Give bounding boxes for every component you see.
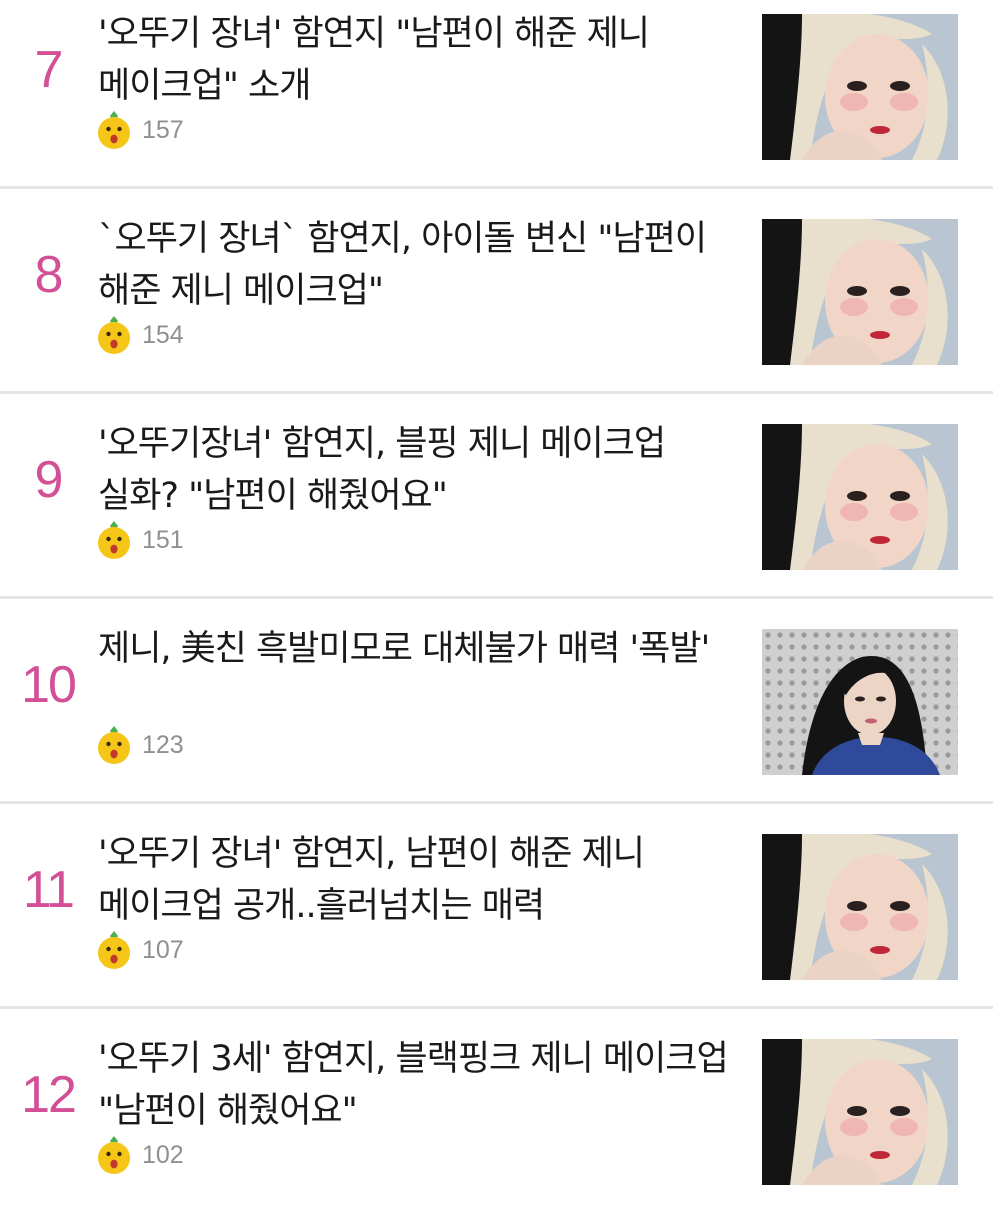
- reaction-count: 123: [142, 730, 184, 759]
- surprised-face-emoji-icon: [98, 316, 130, 354]
- article-thumbnail[interactable]: [762, 1039, 958, 1185]
- divider: [0, 801, 993, 804]
- rank-number: 9: [34, 451, 64, 509]
- reaction-meta: 107: [96, 930, 184, 970]
- list-item[interactable]: 10 제니, 美친 흑발미모로 대체불가 매력 '폭발' 123: [0, 615, 993, 801]
- reaction-count: 151: [142, 525, 184, 554]
- list-item[interactable]: 9 '오뚜기장녀' 함연지, 블핑 제니 메이크업 실화? "남편이 해줬어요"…: [0, 410, 993, 596]
- article-thumbnail[interactable]: [762, 834, 958, 980]
- article-title[interactable]: '오뚜기 장녀' 함연지, 남편이 해준 제니 메이크업 공개..흘러넘치는 매…: [98, 828, 728, 932]
- surprised-face-emoji-icon: [98, 931, 130, 969]
- article-thumbnail[interactable]: [762, 219, 958, 365]
- rank-number: 12: [21, 1066, 77, 1124]
- reaction-count: 102: [142, 1140, 184, 1169]
- article-title[interactable]: '오뚜기 장녀' 함연지 "남편이 해준 제니 메이크업" 소개: [98, 8, 728, 112]
- article-thumbnail[interactable]: [762, 14, 958, 160]
- list-item[interactable]: 8 `오뚜기 장녀` 함연지, 아이돌 변신 "남편이 해준 제니 메이크업" …: [0, 205, 993, 391]
- reaction-meta: 123: [96, 725, 184, 765]
- surprised-face-emoji-icon: [98, 726, 130, 764]
- divider: [0, 186, 993, 189]
- article-title[interactable]: 제니, 美친 흑발미모로 대체불가 매력 '폭발': [98, 623, 728, 675]
- reaction-meta: 151: [96, 520, 184, 560]
- surprised-face-emoji-icon: [98, 521, 130, 559]
- reaction-meta: 154: [96, 315, 184, 355]
- surprised-face-emoji-icon: [98, 111, 130, 149]
- article-thumbnail[interactable]: [762, 629, 958, 775]
- rank-number: 7: [34, 41, 64, 99]
- rank-number: 10: [21, 656, 77, 714]
- reaction-count: 157: [142, 115, 184, 144]
- list-item[interactable]: 12 '오뚜기 3세' 함연지, 블랙핑크 제니 메이크업 "남편이 해줬어요"…: [0, 1025, 993, 1211]
- ranking-list: 7 '오뚜기 장녀' 함연지 "남편이 해준 제니 메이크업" 소개 157 8…: [0, 0, 993, 1200]
- reaction-count: 154: [142, 320, 184, 349]
- surprised-face-emoji-icon: [98, 1136, 130, 1174]
- reaction-meta: 102: [96, 1135, 184, 1175]
- reaction-count: 107: [142, 935, 184, 964]
- article-thumbnail[interactable]: [762, 424, 958, 570]
- list-item[interactable]: 11 '오뚜기 장녀' 함연지, 남편이 해준 제니 메이크업 공개..흘러넘치…: [0, 820, 993, 1006]
- article-title[interactable]: `오뚜기 장녀` 함연지, 아이돌 변신 "남편이 해준 제니 메이크업": [98, 213, 728, 317]
- divider: [0, 391, 993, 394]
- divider: [0, 596, 993, 599]
- list-item[interactable]: 7 '오뚜기 장녀' 함연지 "남편이 해준 제니 메이크업" 소개 157: [0, 0, 993, 186]
- article-title[interactable]: '오뚜기 3세' 함연지, 블랙핑크 제니 메이크업 "남편이 해줬어요": [98, 1033, 729, 1137]
- rank-number: 11: [23, 861, 75, 919]
- divider: [0, 1006, 993, 1009]
- rank-number: 8: [34, 246, 64, 304]
- article-title[interactable]: '오뚜기장녀' 함연지, 블핑 제니 메이크업 실화? "남편이 해줬어요": [98, 418, 728, 522]
- reaction-meta: 157: [96, 110, 184, 150]
